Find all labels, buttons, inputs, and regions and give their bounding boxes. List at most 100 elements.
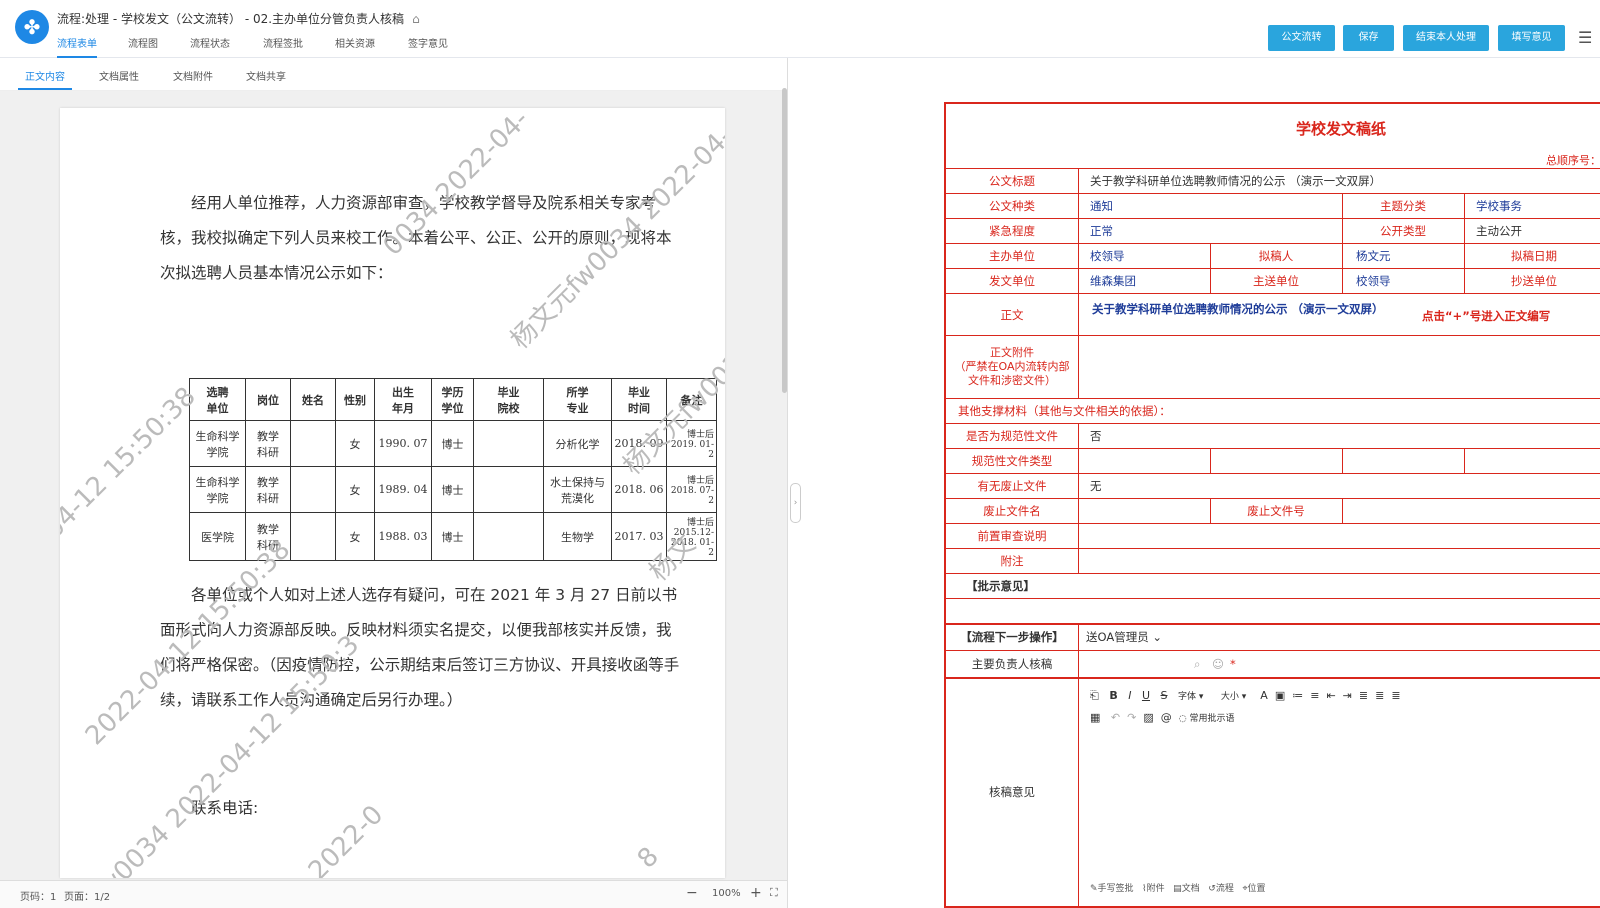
zoom-out-icon[interactable]: − [686,885,698,901]
common-phrase-button[interactable]: ◌ 常用批示语 [1179,714,1235,724]
ordered-list-icon[interactable]: ≔ [1292,689,1303,702]
tab-process-form[interactable]: 流程表单 [57,35,97,58]
font-family-select[interactable]: 字体 ▾ [1178,692,1203,702]
chevron-down-icon: ⌄ [1152,630,1163,644]
body-link[interactable]: 关于教学科研单位选聘教师情况的公示 （演示一文双屏） [1092,301,1384,317]
tab-related-resources[interactable]: 相关资源 [335,35,375,58]
issuer-field[interactable]: 维森集团 [1090,269,1136,294]
divider-line [1078,336,1079,399]
align-right-icon[interactable]: ≣ [1391,689,1400,702]
tab-signature-opinion[interactable]: 签字意见 [408,35,448,58]
table-cell: 博士后 2019. 01-2 [666,420,717,467]
next-step-select[interactable]: 送OA管理员 ⌄ [1086,625,1162,650]
note-label: 附注 [1000,554,1024,568]
divider-line [1342,269,1343,294]
body-label: 正文 [1000,308,1024,322]
tab-doc-share[interactable]: 文档共享 [246,68,286,90]
topic-label: 主题分类 [1380,199,1426,213]
table-cell [473,512,544,561]
table-cell: 女 [335,512,375,561]
table-header-cell: 岗位 [245,378,291,421]
tag-icon[interactable]: ⌂ [412,12,420,26]
undo-icon[interactable]: ↶ [1111,711,1120,724]
strikethrough-icon[interactable]: S [1161,689,1168,702]
table-cell: 2018. 06 [611,466,667,513]
body-edit-hint[interactable]: 点击“+”号进入正文编写 [1422,308,1550,324]
document-button[interactable]: ▤文档 [1173,884,1200,894]
title-field[interactable]: 关于教学科研单位选聘教师情况的公示 （演示一文双屏） [1090,169,1381,194]
mention-icon[interactable]: @ [1161,711,1172,724]
divider-line [1078,524,1079,549]
public-field[interactable]: 主动公开 [1476,219,1522,244]
form-row-opinion: 【批示意见】 [946,573,1600,598]
divider-line [1078,499,1079,524]
tab-doc-properties[interactable]: 文档属性 [99,68,139,90]
location-button[interactable]: ⌖位置 [1242,884,1265,894]
table-header-cell: 学历 学位 [431,378,474,421]
indent-icon[interactable]: ⇥ [1343,689,1352,702]
serial-number-label: 总顺序号： [1546,154,1600,167]
font-color-icon[interactable]: A [1260,689,1268,702]
tab-process-status[interactable]: 流程状态 [190,35,230,58]
opinion-editor[interactable]: ⎗ B I U S 字体 ▾ 大小 ▾ A ▣ ≔ ≡ ⇤ ⇥ ≣ ≣ ≣ ▦ … [1078,679,1600,894]
doc-paragraph-contact: 联系电话: [191,799,259,817]
align-left-icon[interactable]: ≣ [1359,689,1368,702]
panel-divider[interactable]: › [787,58,802,908]
form-row-abolish: 有无废止文件 无 [946,473,1600,499]
table-row: 生命科学 学院 教学 科研女 1990. 07 博士 分析化学 2018. 09 博士后 2… [189,420,717,467]
norm-field[interactable]: 否 [1090,424,1102,449]
drafter-field[interactable]: 杨文元 [1356,244,1391,269]
fill-opinion-button[interactable]: 填写意见 [1498,25,1565,51]
table-header-cell: 备注 [666,378,717,421]
divider-line [1078,194,1079,219]
topic-field[interactable]: 学校事务 [1476,194,1522,219]
opinion-label: 【批示意见】 [966,579,1035,593]
form-row-host: 主办单位 校领导 拟稿人 杨文元 拟稿日期 [946,243,1600,269]
redo-icon[interactable]: ↷ [1127,711,1136,724]
menu-list-icon[interactable]: ☰ [1578,28,1592,47]
tab-process-diagram[interactable]: 流程图 [128,35,158,58]
urgency-field[interactable]: 正常 [1090,219,1113,244]
table-header-cell: 性别 [335,378,375,421]
table-icon[interactable]: ▦ [1090,711,1100,724]
table-cell [473,420,544,467]
underline-icon[interactable]: U [1142,689,1150,702]
type-field[interactable]: 通知 [1090,194,1113,219]
doc-status-bar: 页码：1 页面：1/2 − 100% + ⛶ [0,880,787,908]
font-size-select[interactable]: 大小 ▾ [1221,692,1246,702]
person-select-icon[interactable]: ☺ [1212,651,1224,677]
divider-line [1342,244,1343,269]
send-field[interactable]: 校领导 [1356,269,1391,294]
host-label: 主办单位 [989,249,1035,263]
circulate-button[interactable]: 公文流转 [1268,25,1335,51]
form-row-blank [946,598,1600,623]
bullet-list-icon[interactable]: ≡ [1310,689,1319,702]
form-row-verify: 核稿意见 ⎗ B I U S 字体 ▾ 大小 ▾ A ▣ ≔ ≡ ⇤ ⇥ ≣ ≣… [946,677,1600,908]
form-row-title: 公文标题 关于教学科研单位选聘教师情况的公示 （演示一文双屏） [946,168,1600,194]
collapse-handle-icon[interactable]: › [790,483,801,523]
attachment-button[interactable]: ⌇附件 [1142,884,1164,894]
document-page[interactable]: 经用人单位推荐，人力资源部审查，学校教学督导及院系相关专家考核，我校拟确定下列人… [60,108,725,878]
align-center-icon[interactable]: ≣ [1375,689,1384,702]
fit-screen-icon[interactable]: ⛶ [770,886,778,900]
form-row-normtype: 规范性文件类型 [946,448,1600,474]
highlight-icon[interactable]: ▣ [1275,689,1285,702]
search-icon[interactable]: ⌕ [1194,651,1200,677]
tab-doc-attachments[interactable]: 文档附件 [173,68,213,90]
table-cell: 教学 科研 [245,466,291,513]
outdent-icon[interactable]: ⇤ [1326,689,1335,702]
host-field[interactable]: 校领导 [1090,244,1125,269]
workflow-button[interactable]: ↺流程 [1208,884,1234,894]
bold-icon[interactable]: B [1109,689,1117,702]
tab-body-content[interactable]: 正文内容 [18,68,72,90]
italic-icon[interactable]: I [1128,689,1131,702]
abolish-field[interactable]: 无 [1090,474,1102,499]
tab-process-signing[interactable]: 流程签批 [263,35,303,58]
finish-button[interactable]: 结束本人处理 [1403,25,1489,51]
image-icon[interactable]: ▨ [1143,711,1153,724]
save-button[interactable]: 保存 [1343,25,1394,51]
handwrite-sign-button[interactable]: ✎手写签批 [1090,884,1134,894]
abolish-label: 有无废止文件 [977,479,1047,493]
source-icon[interactable]: ⎗ [1090,689,1099,702]
zoom-in-icon[interactable]: + [750,885,762,901]
